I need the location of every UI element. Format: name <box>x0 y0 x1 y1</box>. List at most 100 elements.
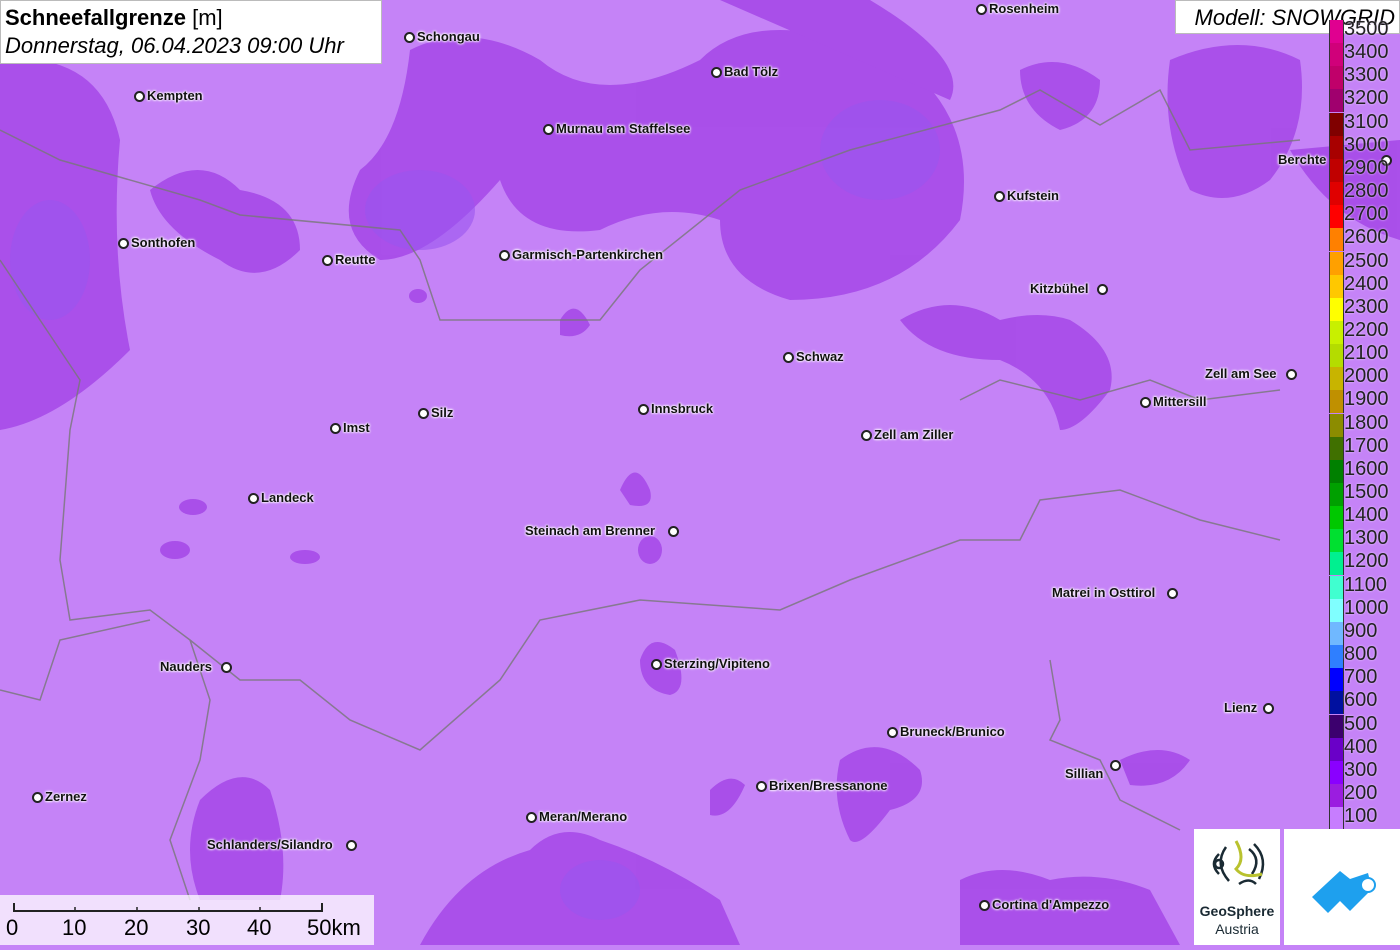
legend-label: 2000 <box>1344 365 1389 388</box>
legend-swatch <box>1329 390 1344 414</box>
legend-label: 2400 <box>1344 272 1389 295</box>
legend-entry: 400 <box>1329 735 1400 761</box>
legend-label: 800 <box>1344 643 1378 666</box>
geosphere-country: Austria <box>1215 921 1259 937</box>
legend-entry: 1600 <box>1329 458 1400 483</box>
city-label: Rosenheim <box>989 1 1060 16</box>
legend-label: 1400 <box>1344 504 1389 527</box>
city-marker[interactable] <box>1263 703 1274 714</box>
city-marker[interactable] <box>1097 284 1108 295</box>
legend-swatch <box>1329 66 1344 90</box>
legend-label: 1200 <box>1344 550 1389 573</box>
legend-swatch <box>1329 20 1344 43</box>
legend-entry: 1100 <box>1329 573 1400 599</box>
legend-swatch <box>1329 274 1344 298</box>
city-label: Imst <box>343 420 370 435</box>
city-label: Brixen/Bressanone <box>769 778 888 793</box>
legend-swatch <box>1329 228 1344 252</box>
legend-swatch <box>1329 506 1344 530</box>
snowfall-map[interactable] <box>0 0 1400 945</box>
city-marker[interactable] <box>543 124 554 135</box>
city-label: Kufstein <box>1007 188 1059 203</box>
legend-label: 400 <box>1344 735 1378 758</box>
legend-label: 600 <box>1344 689 1378 712</box>
legend-swatch <box>1329 89 1344 113</box>
legend-label: 3100 <box>1344 110 1389 133</box>
city-marker[interactable] <box>711 67 722 78</box>
city-label: Murnau am Staffelsee <box>556 121 691 136</box>
city-label: Lienz <box>1224 700 1258 715</box>
city-label: Steinach am Brenner <box>525 523 656 538</box>
scale-label: 50km <box>307 915 361 940</box>
legend-swatch <box>1329 598 1344 622</box>
legend-swatch <box>1329 344 1344 368</box>
city-marker[interactable] <box>668 526 679 537</box>
city-marker[interactable] <box>330 423 341 434</box>
legend-label: 700 <box>1344 666 1378 689</box>
city-marker[interactable] <box>248 493 259 504</box>
city-marker[interactable] <box>221 662 232 673</box>
scale-label: 20 <box>124 915 149 940</box>
city-marker[interactable] <box>499 250 510 261</box>
city-marker[interactable] <box>783 352 794 363</box>
city-label: Meran/Merano <box>539 809 628 824</box>
city-marker[interactable] <box>1110 760 1121 771</box>
geosphere-swirl-icon <box>1212 840 1265 886</box>
city-marker[interactable] <box>756 781 767 792</box>
legend-label: 3300 <box>1344 64 1389 87</box>
geosphere-name: GeoSphere <box>1199 903 1275 919</box>
legend-label: 1900 <box>1344 388 1389 411</box>
city-marker[interactable] <box>526 812 537 823</box>
city-marker[interactable] <box>118 238 129 249</box>
snowgrid-logo[interactable] <box>1284 829 1400 945</box>
legend-entry: 2400 <box>1329 272 1400 298</box>
city-marker[interactable] <box>32 792 43 803</box>
legend-swatch <box>1329 621 1344 645</box>
legend-swatch <box>1329 783 1344 807</box>
legend-swatch <box>1329 320 1344 344</box>
legend-entry: 2900 <box>1329 157 1400 182</box>
geosphere-austria-logo[interactable]: GeoSphere Austria <box>1194 829 1280 945</box>
city-marker[interactable] <box>651 659 662 670</box>
legend-label: 100 <box>1344 805 1378 828</box>
legend-swatch <box>1329 205 1344 229</box>
legend-label: 3200 <box>1344 87 1389 110</box>
legend-swatch <box>1329 760 1344 784</box>
legend-entry: 3000 <box>1329 133 1400 159</box>
scale-bar: 0 10 20 30 40 50km <box>0 895 374 945</box>
city-label: Sonthofen <box>131 235 196 250</box>
legend-entry: 2800 <box>1329 180 1400 206</box>
city-marker[interactable] <box>979 900 990 911</box>
legend-label: 1800 <box>1344 411 1389 434</box>
legend-swatch <box>1329 645 1344 669</box>
legend-label: 1100 <box>1344 573 1388 596</box>
legend-swatch <box>1329 112 1344 136</box>
legend-swatch <box>1329 436 1344 460</box>
city-marker[interactable] <box>134 91 145 102</box>
city-label: Bruneck/Brunico <box>900 724 1005 739</box>
city-label: Mittersill <box>1153 394 1207 409</box>
city-marker[interactable] <box>1167 588 1178 599</box>
city-marker[interactable] <box>322 255 333 266</box>
legend-swatch <box>1329 668 1344 692</box>
city-marker[interactable] <box>861 430 872 441</box>
legend-entry: 3200 <box>1329 87 1400 113</box>
city-marker[interactable] <box>887 727 898 738</box>
legend-swatch <box>1329 251 1344 275</box>
city-marker[interactable] <box>1140 397 1151 408</box>
city-marker[interactable] <box>404 32 415 43</box>
city-label: Cortina d'Ampezzo <box>992 897 1110 912</box>
city-marker[interactable] <box>418 408 429 419</box>
legend-entry: 2300 <box>1329 296 1400 321</box>
city-marker[interactable] <box>346 840 357 851</box>
legend-swatch <box>1329 367 1344 391</box>
legend-entry: 2500 <box>1329 250 1400 275</box>
legend-label: 3000 <box>1344 133 1389 156</box>
city-marker[interactable] <box>994 191 1005 202</box>
legend-label: 1500 <box>1344 481 1389 503</box>
city-marker[interactable] <box>976 4 987 15</box>
city-label: Silz <box>431 405 454 420</box>
legend-entry: 600 <box>1329 689 1400 715</box>
city-marker[interactable] <box>638 404 649 415</box>
city-marker[interactable] <box>1286 369 1297 380</box>
